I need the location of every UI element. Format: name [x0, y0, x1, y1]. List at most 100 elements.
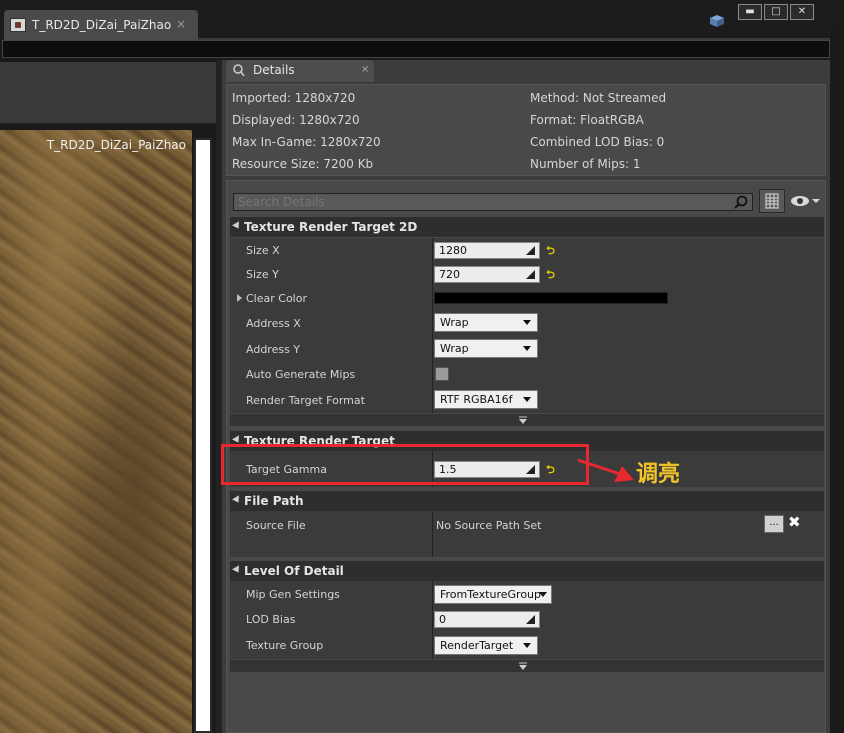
dropdown-value: Wrap — [440, 316, 469, 329]
info-format: Format: FloatRGBA — [530, 113, 644, 127]
property-row-clear-color: Clear Color — [230, 286, 824, 310]
address-x-dropdown[interactable]: Wrap — [434, 313, 538, 332]
source-file-value: No Source Path Set — [436, 519, 542, 532]
category-texture-render-target-2d[interactable]: Texture Render Target 2D — [230, 217, 824, 237]
chevron-down-icon — [523, 397, 531, 402]
info-imported: Imported: 1280x720 — [232, 91, 356, 105]
texture-group-dropdown[interactable]: RenderTarget — [434, 636, 538, 655]
maximize-button[interactable]: □ — [764, 4, 788, 20]
document-tab[interactable]: T_RD2D_DiZai_PaiZhao × — [4, 10, 198, 40]
info-num-mips: Number of Mips: 1 — [530, 157, 641, 171]
collapse-arrow-icon — [232, 565, 242, 575]
property-label: Mip Gen Settings — [246, 588, 340, 601]
category-title: Level Of Detail — [244, 564, 344, 578]
clear-path-icon[interactable]: ✖ — [788, 513, 801, 531]
property-row-texture-group: Texture Group RenderTarget — [230, 632, 824, 659]
expand-arrow-icon[interactable] — [237, 294, 242, 302]
grid-icon — [765, 193, 779, 209]
search-icon[interactable] — [734, 195, 748, 209]
annotation-arrow-icon — [577, 458, 634, 482]
minimize-button[interactable]: ▬ — [738, 4, 762, 20]
viewport-texture-name: T_RD2D_DiZai_PaiZhao — [46, 138, 186, 152]
lod-bias-value: 0 — [439, 613, 446, 626]
size-x-field[interactable]: 1280 — [434, 242, 540, 259]
auto-generate-mips-checkbox[interactable] — [435, 367, 449, 381]
collapse-arrow-icon — [232, 221, 242, 231]
dropdown-value: Wrap — [440, 342, 469, 355]
info-max-in-game: Max In-Game: 1280x720 — [232, 135, 381, 149]
texture-asset-icon — [10, 18, 26, 32]
property-row-render-target-format: Render Target Format RTF RGBA16f — [230, 387, 824, 413]
reset-to-default-icon[interactable]: ⮌ — [546, 266, 555, 285]
annotation-label: 调亮 — [636, 462, 681, 487]
details-tab-label: Details — [253, 63, 295, 77]
collapse-arrow-icon — [232, 495, 242, 505]
chevron-down-icon — [523, 643, 531, 648]
viewport-toolbar — [0, 62, 216, 124]
property-label: Texture Group — [246, 639, 324, 652]
advanced-toggle[interactable] — [230, 414, 824, 426]
mip-gen-settings-dropdown[interactable]: FromTextureGroup — [434, 585, 552, 604]
property-label: Source File — [246, 519, 306, 532]
property-row-mip-gen-settings: Mip Gen Settings FromTextureGroup — [230, 581, 824, 607]
property-label: Auto Generate Mips — [246, 368, 356, 381]
category-title: Texture Render Target 2D — [244, 220, 418, 234]
viewport-scrollbar[interactable] — [194, 138, 212, 733]
drag-handle-icon — [526, 270, 535, 279]
property-label: Size Y — [246, 268, 279, 281]
chevron-down-icon — [539, 592, 547, 597]
annotation-highlight-box — [221, 444, 589, 485]
search-box[interactable] — [233, 193, 753, 211]
content-cube-icon[interactable] — [709, 14, 725, 28]
category-file-path[interactable]: File Path — [230, 491, 824, 511]
chevron-down-icon — [523, 320, 531, 325]
dropdown-value: FromTextureGroup — [440, 588, 542, 601]
details-tab-close-icon[interactable]: × — [361, 64, 369, 75]
lod-bias-field[interactable]: 0 — [434, 611, 540, 628]
toolbar-strip — [2, 40, 830, 58]
property-matrix-button[interactable] — [759, 189, 785, 213]
info-method: Method: Not Streamed — [530, 91, 667, 105]
reset-to-default-icon[interactable]: ⮌ — [546, 242, 555, 261]
property-label: Address Y — [246, 343, 301, 356]
address-y-dropdown[interactable]: Wrap — [434, 339, 538, 358]
texture-preview-viewport[interactable]: T_RD2D_DiZai_PaiZhao — [0, 130, 192, 733]
property-row-auto-mips: Auto Generate Mips — [230, 362, 824, 387]
property-row-size-x: Size X 1280 ⮌ — [230, 238, 824, 262]
info-resource-size: Resource Size: 7200 Kb — [232, 157, 374, 171]
dropdown-value: RenderTarget — [440, 639, 514, 652]
size-y-field[interactable]: 720 — [434, 266, 540, 283]
expand-advanced-icon — [519, 662, 527, 670]
texture-info-box: Imported: 1280x720 Displayed: 1280x720 M… — [226, 84, 826, 176]
property-row-size-y: Size Y 720 ⮌ — [230, 262, 824, 286]
expand-advanced-icon — [519, 416, 527, 424]
info-displayed: Displayed: 1280x720 — [232, 113, 360, 127]
clear-color-swatch[interactable] — [434, 292, 668, 304]
browse-button[interactable]: ... — [764, 515, 784, 533]
property-label: Clear Color — [246, 292, 307, 305]
chevron-down-icon — [523, 346, 531, 351]
property-label: Render Target Format — [246, 394, 365, 407]
view-options-eye-icon[interactable] — [789, 193, 821, 209]
details-panel: Details × Imported: 1280x720 Displayed: … — [222, 60, 830, 733]
dropdown-value: RTF RGBA16f — [440, 393, 513, 406]
render-target-format-dropdown[interactable]: RTF RGBA16f — [434, 390, 538, 409]
search-input[interactable] — [238, 195, 728, 209]
info-lod-bias: Combined LOD Bias: 0 — [530, 135, 665, 149]
details-tab[interactable]: Details × — [226, 60, 374, 82]
window-controls: ▬ □ ✕ — [738, 4, 814, 20]
property-row-address-y: Address Y Wrap — [230, 336, 824, 362]
category-level-of-detail[interactable]: Level Of Detail — [230, 561, 824, 581]
category-title: File Path — [244, 494, 304, 508]
close-window-button[interactable]: ✕ — [790, 4, 814, 20]
advanced-toggle[interactable] — [230, 660, 824, 672]
title-bar: T_RD2D_DiZai_PaiZhao × ▬ □ ✕ — [0, 0, 844, 40]
drag-handle-icon — [526, 615, 535, 624]
property-label: LOD Bias — [246, 613, 296, 626]
property-label: Address X — [246, 317, 301, 330]
size-y-value: 720 — [439, 268, 460, 281]
document-tab-close-icon[interactable]: × — [176, 17, 186, 31]
property-row-address-x: Address X Wrap — [230, 310, 824, 336]
property-row-lod-bias: LOD Bias 0 — [230, 607, 824, 632]
window-edge — [830, 24, 844, 733]
